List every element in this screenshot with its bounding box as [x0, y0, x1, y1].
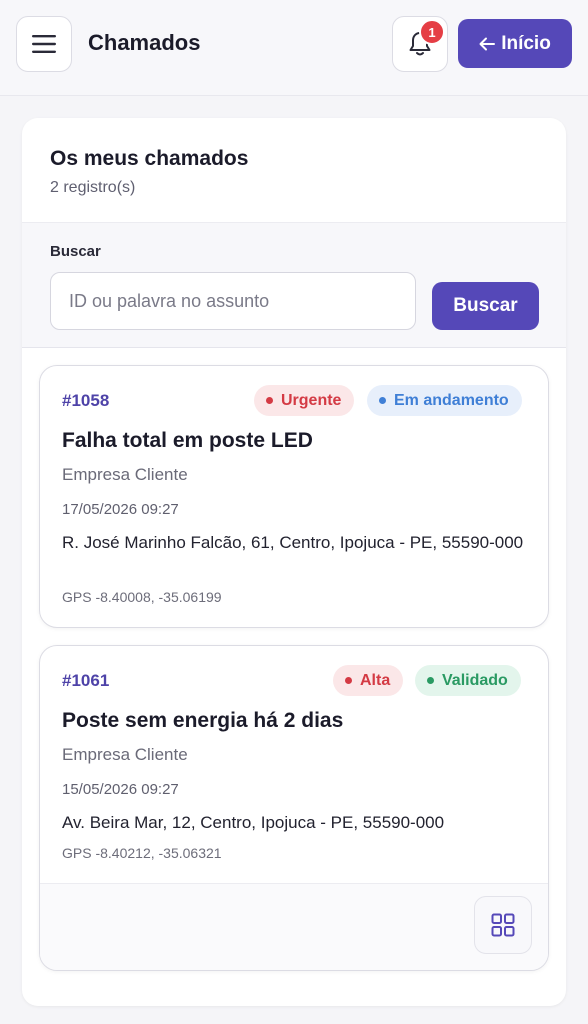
status-badge: Validado	[415, 665, 521, 696]
ticket-title: Poste sem energia há 2 dias	[62, 709, 344, 732]
search-button[interactable]: Buscar	[432, 282, 539, 330]
priority-badge: Alta	[333, 665, 404, 696]
panel-title: Os meus chamados	[50, 147, 249, 170]
ticket-card[interactable]: #1058 Urgente Em andamento Falha total e…	[39, 365, 549, 628]
notification-count-badge: 1	[419, 19, 445, 45]
ticket-company: Empresa Cliente	[62, 465, 188, 484]
menu-button[interactable]	[16, 16, 72, 72]
priority-badge: Urgente	[254, 385, 355, 416]
ticket-id: #1058	[62, 391, 110, 410]
ticket-title: Falha total em poste LED	[62, 429, 313, 452]
ticket-card-footer	[40, 883, 548, 970]
home-button[interactable]: Início	[458, 19, 572, 68]
ticket-address: R. José Marinho Falcão, 61, Centro, Ipoj…	[62, 533, 524, 552]
panel-header: Os meus chamados 2 registro(s)	[22, 118, 566, 223]
ticket-card[interactable]: #1061 Alta Validado Poste sem energia há…	[39, 645, 549, 971]
record-count: 2 registro(s)	[50, 179, 136, 196]
ticket-gps: GPS -8.40008, -35.06199	[62, 589, 222, 605]
grid-view-button[interactable]	[474, 896, 532, 954]
ticket-address: Av. Beira Mar, 12, Centro, Ipojuca - PE,…	[62, 813, 445, 832]
grid-icon	[491, 913, 515, 937]
status-label: Em andamento	[394, 391, 509, 409]
ticket-date: 17/05/2026 09:27	[62, 501, 179, 518]
priority-label: Urgente	[281, 391, 342, 409]
page-title: Chamados	[88, 30, 201, 55]
tickets-panel: Os meus chamados 2 registro(s) Buscar Bu…	[22, 118, 566, 1006]
status-dot	[379, 397, 386, 404]
ticket-id: #1061	[62, 671, 110, 690]
top-bar: Chamados 1 Início	[0, 0, 588, 96]
search-section: Buscar Buscar	[22, 223, 566, 348]
status-badge: Em andamento	[367, 385, 522, 416]
priority-dot	[266, 397, 273, 404]
status-dot	[427, 677, 434, 684]
search-input[interactable]	[50, 272, 416, 330]
ticket-date: 15/05/2026 09:27	[62, 781, 179, 798]
ticket-gps: GPS -8.40212, -35.06321	[62, 845, 222, 861]
search-label: Buscar	[50, 243, 101, 260]
priority-label: Alta	[360, 671, 391, 689]
hamburger-menu-icon	[32, 35, 56, 53]
priority-dot	[345, 677, 352, 684]
ticket-company: Empresa Cliente	[62, 745, 188, 764]
arrow-left-icon	[479, 37, 496, 50]
home-button-label: Início	[501, 32, 551, 54]
status-label: Validado	[442, 671, 508, 689]
